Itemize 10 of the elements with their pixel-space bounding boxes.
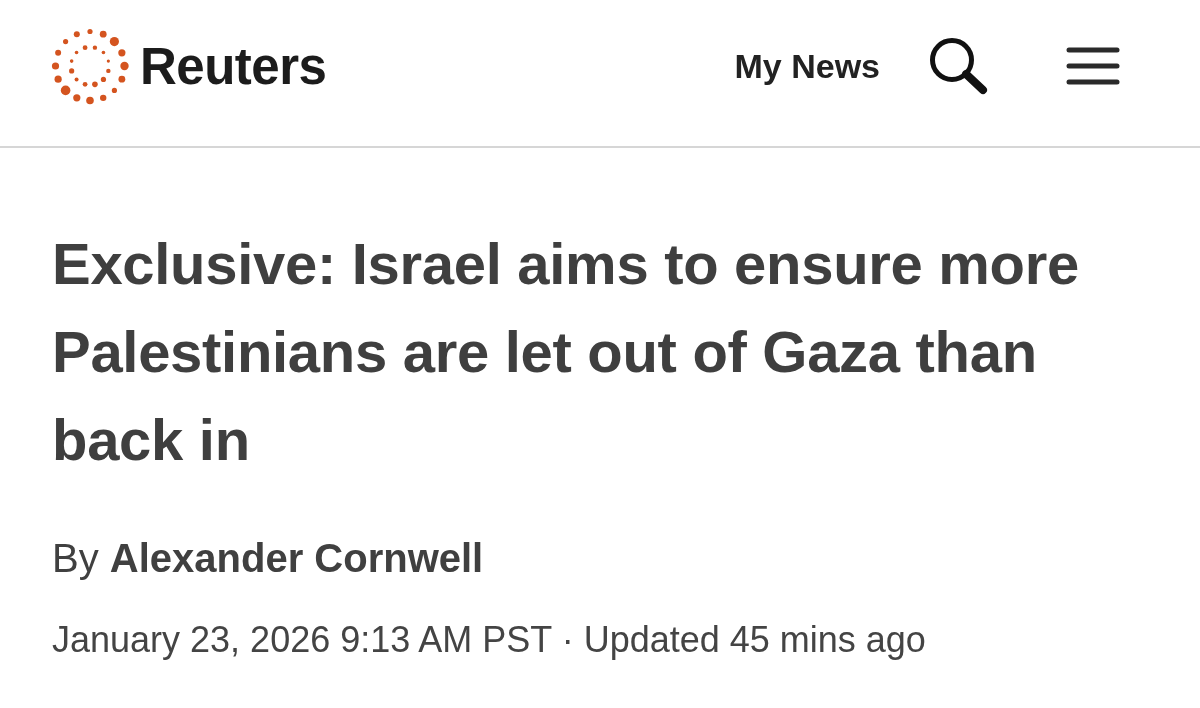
article-byline: By Alexander Cornwell xyxy=(52,535,485,582)
article-dateline: January 23, 2026 9:13 AM PST · Updated 45 mins ago xyxy=(52,618,927,662)
logo-link[interactable]: Reuters xyxy=(50,26,327,106)
search-icon xyxy=(928,37,988,95)
nav-link[interactable]: My News xyxy=(734,49,880,83)
dotted-ring-icon xyxy=(50,26,130,106)
menu-button[interactable] xyxy=(1066,47,1120,85)
menu-icon xyxy=(1066,47,1120,85)
search-button[interactable] xyxy=(928,37,988,95)
article-headline: Exclusive: Israel aims to ensure more Palestinians are let out of Gaza than back in xyxy=(52,230,1080,474)
